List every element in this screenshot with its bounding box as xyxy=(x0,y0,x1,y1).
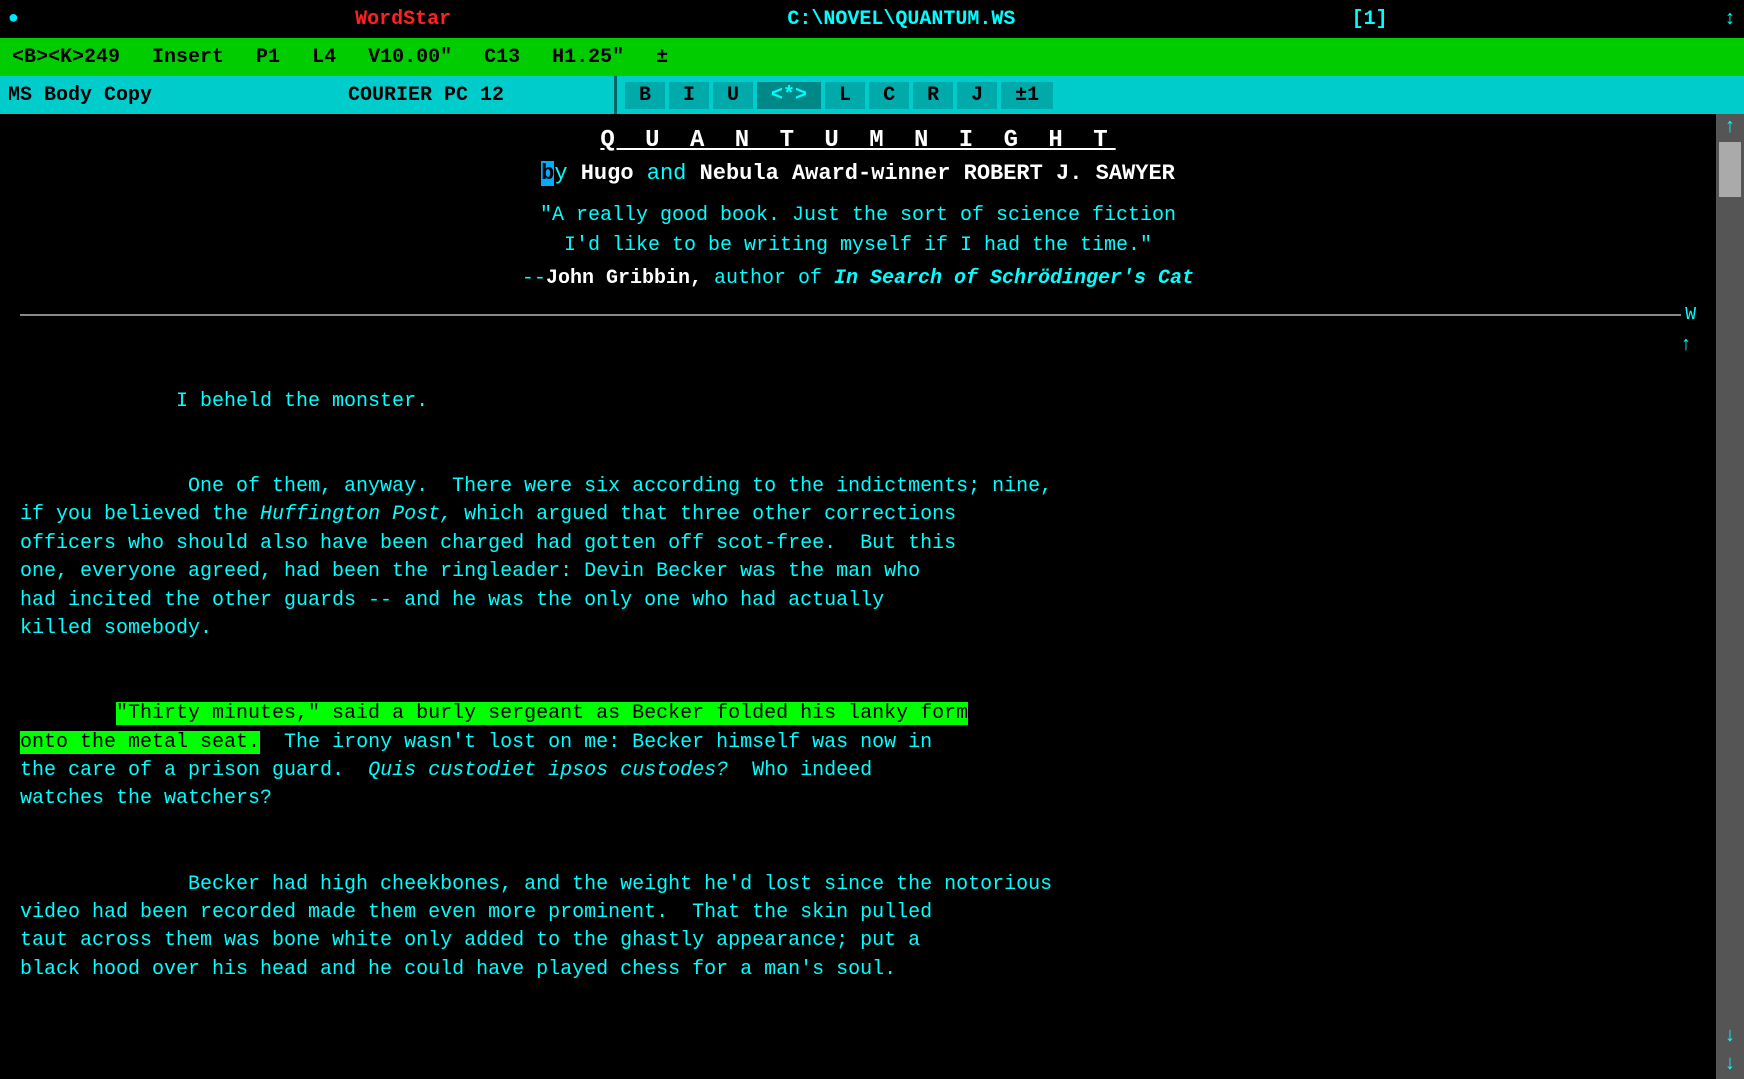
paragraph1: I beheld the monster. xyxy=(116,390,428,413)
h-position: H1.25" xyxy=(552,46,624,69)
book-attribution: --John Gribbin, author of In Search of S… xyxy=(20,265,1696,293)
underline-button[interactable]: U xyxy=(713,82,753,109)
attribution-name: John Gribbin, xyxy=(546,267,702,290)
col-number: C13 xyxy=(484,46,520,69)
content-area: Q U A N T U M N I G H T by Hugo and Nebu… xyxy=(0,114,1716,1079)
scroll-up-arrow[interactable]: ↑ xyxy=(1716,114,1744,142)
author-name: ROBERT J. SAWYER xyxy=(964,161,1175,186)
divider-row: W xyxy=(20,303,1696,328)
scroll-arrow-title[interactable]: ↕ xyxy=(1724,8,1736,31)
document-subtitle: by Hugo and Nebula Award-winner ROBERT J… xyxy=(20,159,1696,189)
align-left-button[interactable]: L xyxy=(825,82,865,109)
quote-line1: "A really good book. Just the sort of sc… xyxy=(20,201,1696,231)
toolbar: MS Body Copy COURIER PC 12 B I U <*> L C… xyxy=(0,76,1744,114)
title-bar: ● WordStar C:\NOVEL\QUANTUM.WS [1] ↕ xyxy=(0,0,1744,38)
divider-line xyxy=(20,314,1681,316)
content-scroll-up[interactable]: ↑ xyxy=(20,332,1696,360)
document-content: Q U A N T U M N I G H T by Hugo and Nebu… xyxy=(0,114,1716,1012)
paragraph4: Becker had high cheekbones, and the weig… xyxy=(20,873,1052,981)
insert-mode: Insert xyxy=(152,46,224,69)
by-text: y xyxy=(554,161,580,186)
attribution-dash: -- xyxy=(522,267,546,290)
italic-button[interactable]: I xyxy=(669,82,709,109)
window-dot: ● xyxy=(8,9,19,29)
app-name: WordStar xyxy=(355,8,451,31)
book-title: In Search of Schrödinger's Cat xyxy=(834,267,1194,290)
align-right-button[interactable]: R xyxy=(913,82,953,109)
space-text xyxy=(950,161,963,186)
page-indicator: [1] xyxy=(1352,8,1388,31)
hugo-text: Hugo xyxy=(581,161,634,186)
bold-button[interactable]: B xyxy=(625,82,665,109)
page-number: P1 xyxy=(256,46,280,69)
style-name: MS Body Copy xyxy=(8,84,348,107)
scroll-thumb[interactable] xyxy=(1719,142,1741,197)
cursor-position: <B><K>249 xyxy=(12,46,120,69)
scroll-down-arrow2[interactable]: ↓ xyxy=(1716,1051,1744,1079)
cursor-b: b xyxy=(541,161,554,186)
special-button[interactable]: <*> xyxy=(757,82,821,109)
v-position: V10.00" xyxy=(368,46,452,69)
line-number: L4 xyxy=(312,46,336,69)
toolbar-separator xyxy=(614,76,617,114)
quote-line2: I'd like to be writing myself if I had t… xyxy=(20,231,1696,261)
huffington-post: Huffington Post, xyxy=(260,503,452,526)
nebula-text: Nebula Award-winner xyxy=(700,161,951,186)
font-name: COURIER PC 12 xyxy=(348,84,608,107)
spacing-button[interactable]: ±1 xyxy=(1001,82,1053,109)
book-quote: "A really good book. Just the sort of sc… xyxy=(20,201,1696,261)
latin-text: Quis custodiet ipsos custodes? xyxy=(368,759,728,782)
scroll-down-arrow[interactable]: ↓ xyxy=(1716,1023,1744,1051)
body-text: I beheld the monster. One of them, anywa… xyxy=(20,359,1696,1012)
align-center-button[interactable]: C xyxy=(869,82,909,109)
attribution-role: author of xyxy=(702,267,834,290)
document-title: Q U A N T U M N I G H T xyxy=(20,124,1696,157)
plus-sign: ± xyxy=(656,46,668,69)
justify-button[interactable]: J xyxy=(957,82,997,109)
main-area: Q U A N T U M N I G H T by Hugo and Nebu… xyxy=(0,114,1744,1079)
w-marker: W xyxy=(1681,303,1696,328)
vertical-scrollbar[interactable]: ↑ ↓ ↓ xyxy=(1716,114,1744,1079)
and-text: and xyxy=(634,161,700,186)
file-path: C:\NOVEL\QUANTUM.WS xyxy=(787,8,1015,31)
status-bar: <B><K>249 Insert P1 L4 V10.00" C13 H1.25… xyxy=(0,38,1744,76)
